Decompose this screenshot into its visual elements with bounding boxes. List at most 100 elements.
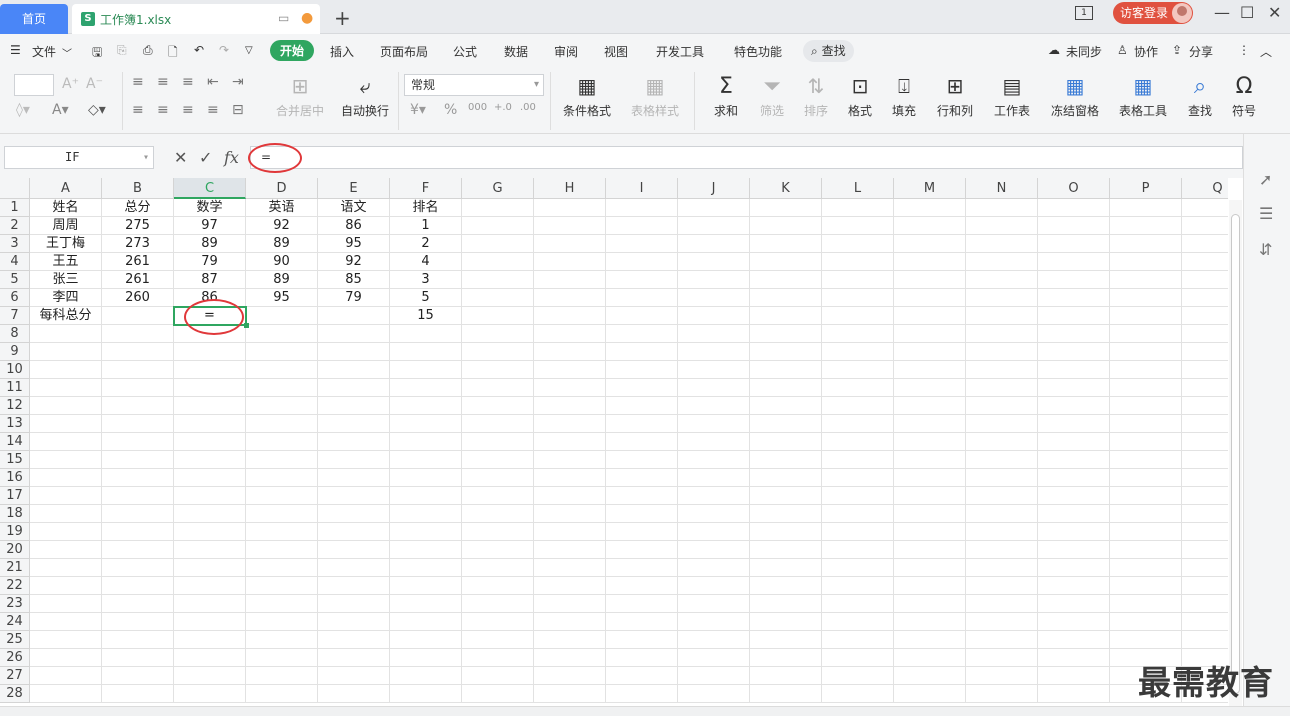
cell-n21[interactable] bbox=[966, 559, 1038, 577]
cell-m5[interactable] bbox=[894, 271, 966, 289]
cell-h25[interactable] bbox=[534, 631, 606, 649]
cell-c4[interactable]: 79 bbox=[174, 253, 246, 271]
cell-m27[interactable] bbox=[894, 667, 966, 685]
cell-h2[interactable] bbox=[534, 217, 606, 235]
select-all-corner[interactable] bbox=[0, 178, 30, 199]
cell-h28[interactable] bbox=[534, 685, 606, 703]
cell-e14[interactable] bbox=[318, 433, 390, 451]
cell-d4[interactable]: 90 bbox=[246, 253, 318, 271]
export-icon[interactable]: ⎘ bbox=[117, 43, 127, 58]
cell-g13[interactable] bbox=[462, 415, 534, 433]
cell-a26[interactable] bbox=[30, 649, 102, 667]
cell-q18[interactable] bbox=[1182, 505, 1228, 523]
cell-q23[interactable] bbox=[1182, 595, 1228, 613]
cell-j18[interactable] bbox=[678, 505, 750, 523]
cell-l9[interactable] bbox=[822, 343, 894, 361]
menu-formula[interactable]: 公式 bbox=[453, 43, 477, 60]
percent-icon[interactable]: % bbox=[444, 102, 457, 118]
cell-m6[interactable] bbox=[894, 289, 966, 307]
column-header-j[interactable]: J bbox=[678, 178, 750, 199]
row-header-23[interactable]: 23 bbox=[0, 595, 30, 613]
cell-k27[interactable] bbox=[750, 667, 822, 685]
cell-b12[interactable] bbox=[102, 397, 174, 415]
cell-p15[interactable] bbox=[1110, 451, 1182, 469]
cell-c24[interactable] bbox=[174, 613, 246, 631]
cell-g14[interactable] bbox=[462, 433, 534, 451]
transfer-icon[interactable]: ⇵ bbox=[1259, 240, 1272, 259]
cell-a13[interactable] bbox=[30, 415, 102, 433]
row-header-16[interactable]: 16 bbox=[0, 469, 30, 487]
cell-d3[interactable]: 89 bbox=[246, 235, 318, 253]
cell-c3[interactable]: 89 bbox=[174, 235, 246, 253]
cell-q1[interactable] bbox=[1182, 199, 1228, 217]
cell-c21[interactable] bbox=[174, 559, 246, 577]
row-header-12[interactable]: 12 bbox=[0, 397, 30, 415]
cell-l12[interactable] bbox=[822, 397, 894, 415]
cell-b23[interactable] bbox=[102, 595, 174, 613]
cell-k19[interactable] bbox=[750, 523, 822, 541]
cell-e8[interactable] bbox=[318, 325, 390, 343]
align-top-icon[interactable]: ≡ bbox=[132, 74, 144, 90]
cell-a4[interactable]: 王五 bbox=[30, 253, 102, 271]
cell-b11[interactable] bbox=[102, 379, 174, 397]
cell-l10[interactable] bbox=[822, 361, 894, 379]
more-icon[interactable]: ⋮ bbox=[1238, 43, 1250, 57]
cell-k18[interactable] bbox=[750, 505, 822, 523]
cell-k6[interactable] bbox=[750, 289, 822, 307]
cell-c14[interactable] bbox=[174, 433, 246, 451]
decrease-decimal-icon[interactable]: .00 bbox=[520, 102, 536, 113]
cell-p19[interactable] bbox=[1110, 523, 1182, 541]
cell-b26[interactable] bbox=[102, 649, 174, 667]
cell-o16[interactable] bbox=[1038, 469, 1110, 487]
cell-n15[interactable] bbox=[966, 451, 1038, 469]
increase-font-icon[interactable]: A⁺ bbox=[62, 76, 79, 92]
search-button[interactable]: ⌕ 查找 bbox=[803, 40, 854, 62]
cell-p23[interactable] bbox=[1110, 595, 1182, 613]
cell-f14[interactable] bbox=[390, 433, 462, 451]
cell-q11[interactable] bbox=[1182, 379, 1228, 397]
cell-f21[interactable] bbox=[390, 559, 462, 577]
cell-a21[interactable] bbox=[30, 559, 102, 577]
cell-p25[interactable] bbox=[1110, 631, 1182, 649]
cell-m4[interactable] bbox=[894, 253, 966, 271]
cell-h23[interactable] bbox=[534, 595, 606, 613]
cell-o17[interactable] bbox=[1038, 487, 1110, 505]
cell-c9[interactable] bbox=[174, 343, 246, 361]
cell-n25[interactable] bbox=[966, 631, 1038, 649]
cell-a3[interactable]: 王丁梅 bbox=[30, 235, 102, 253]
cell-p12[interactable] bbox=[1110, 397, 1182, 415]
row-header-20[interactable]: 20 bbox=[0, 541, 30, 559]
monitor-icon[interactable]: ▭ bbox=[278, 11, 289, 25]
cell-o15[interactable] bbox=[1038, 451, 1110, 469]
cell-k10[interactable] bbox=[750, 361, 822, 379]
cell-p5[interactable] bbox=[1110, 271, 1182, 289]
cell-a14[interactable] bbox=[30, 433, 102, 451]
cell-k5[interactable] bbox=[750, 271, 822, 289]
row-header-25[interactable]: 25 bbox=[0, 631, 30, 649]
cell-e24[interactable] bbox=[318, 613, 390, 631]
cell-n22[interactable] bbox=[966, 577, 1038, 595]
cell-n27[interactable] bbox=[966, 667, 1038, 685]
cell-m1[interactable] bbox=[894, 199, 966, 217]
cell-a5[interactable]: 张三 bbox=[30, 271, 102, 289]
cell-l25[interactable] bbox=[822, 631, 894, 649]
cell-h9[interactable] bbox=[534, 343, 606, 361]
cell-g22[interactable] bbox=[462, 577, 534, 595]
cell-j4[interactable] bbox=[678, 253, 750, 271]
cell-j21[interactable] bbox=[678, 559, 750, 577]
cell-b3[interactable]: 273 bbox=[102, 235, 174, 253]
cell-q4[interactable] bbox=[1182, 253, 1228, 271]
cell-j1[interactable] bbox=[678, 199, 750, 217]
cell-d10[interactable] bbox=[246, 361, 318, 379]
row-header-27[interactable]: 27 bbox=[0, 667, 30, 685]
increase-decimal-icon[interactable]: +.0 bbox=[494, 102, 512, 113]
cell-j12[interactable] bbox=[678, 397, 750, 415]
align-middle-icon[interactable]: ≡ bbox=[157, 74, 169, 90]
cell-j28[interactable] bbox=[678, 685, 750, 703]
file-tab[interactable]: S 工作簿1.xlsx ▭ ● bbox=[72, 4, 320, 34]
cell-i28[interactable] bbox=[606, 685, 678, 703]
cell-b5[interactable]: 261 bbox=[102, 271, 174, 289]
cell-c13[interactable] bbox=[174, 415, 246, 433]
column-header-i[interactable]: I bbox=[606, 178, 678, 199]
cell-j23[interactable] bbox=[678, 595, 750, 613]
